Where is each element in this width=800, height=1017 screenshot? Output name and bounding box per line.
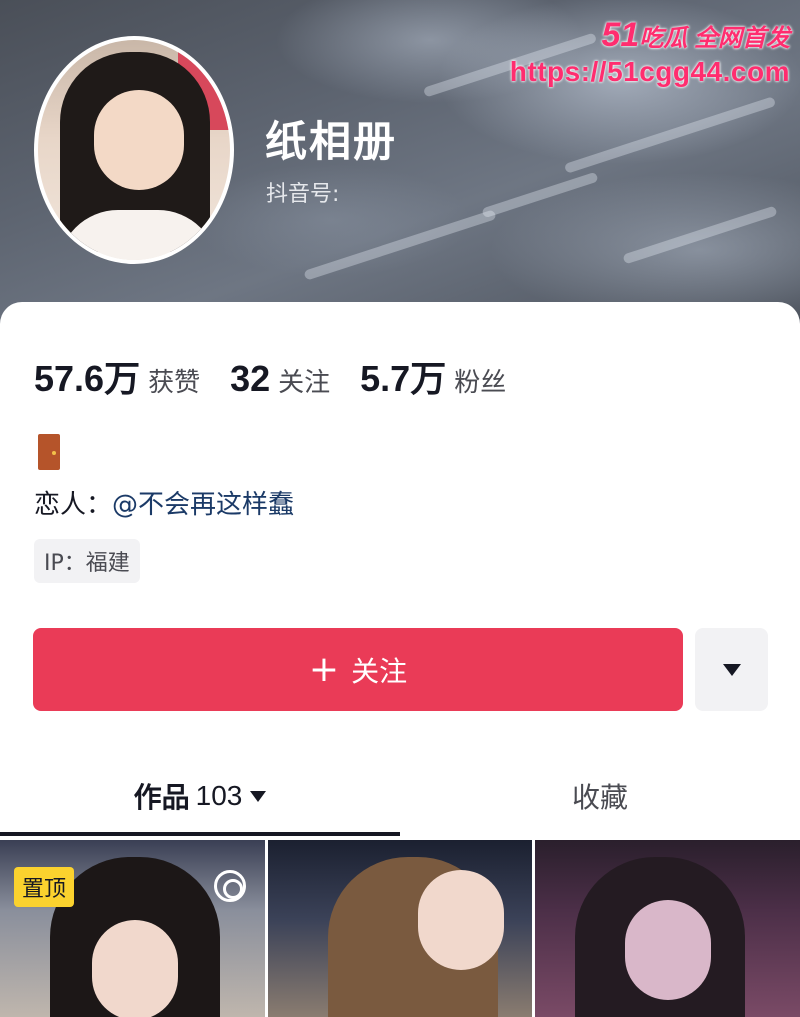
- watermark-brand-text: 吃瓜 全网首发: [639, 25, 790, 52]
- banner-texture: [622, 205, 778, 265]
- tab-favorites-label: 收藏: [571, 781, 628, 814]
- bio-mention-link[interactable]: @不会再这样蠢: [112, 490, 294, 520]
- watermark-brand-number: 51: [601, 16, 640, 54]
- tab-works[interactable]: 作品 103: [0, 760, 400, 832]
- follow-button[interactable]: + 关注: [33, 628, 683, 711]
- video-thumbnail[interactable]: 置顶: [0, 840, 265, 1017]
- thumbnail-face: [92, 920, 178, 1017]
- stat-likes[interactable]: 57.6万 获赞: [34, 350, 200, 402]
- stat-following[interactable]: 32 关注: [230, 358, 330, 400]
- ip-location-tag: IP：福建: [34, 539, 140, 583]
- thumbnail-face: [625, 900, 712, 1000]
- watermark: 51吃瓜 全网首发 https://51cgg44.com: [510, 18, 790, 86]
- door-icon: [38, 434, 60, 470]
- live-icon: [214, 870, 246, 902]
- profile-name: 纸相册: [265, 117, 398, 166]
- stat-following-label: 关注: [278, 368, 331, 398]
- tab-favorites[interactable]: 收藏: [400, 760, 800, 832]
- bio-lover-prefix: 恋人：: [34, 490, 113, 520]
- banner-texture: [563, 96, 777, 174]
- tab-works-count: 103: [195, 780, 243, 811]
- bio-line: 恋人：@不会再这样蠢: [34, 484, 294, 521]
- more-options-button[interactable]: [695, 628, 768, 711]
- banner-texture: [303, 209, 497, 281]
- watermark-brand: 51吃瓜 全网首发: [510, 16, 791, 54]
- video-grid: 置顶: [0, 840, 800, 1017]
- triangle-down-icon: [250, 790, 267, 802]
- stat-followers-value: 5.7万: [360, 358, 447, 399]
- thumbnail-face: [417, 870, 504, 970]
- tab-works-label: 作品: [133, 781, 190, 814]
- follow-button-label: 关注: [351, 654, 408, 688]
- video-thumbnail[interactable]: [267, 840, 533, 1017]
- stat-following-value: 32: [230, 358, 271, 399]
- triangle-down-icon: [722, 663, 741, 676]
- stats-row: 57.6万 获赞 32 关注 5.7万 粉丝: [34, 350, 536, 402]
- douyin-id-label: 抖音号:: [266, 182, 340, 207]
- banner-texture: [481, 171, 599, 219]
- profile-tabs: 作品 103 收藏: [0, 760, 800, 840]
- stat-followers[interactable]: 5.7万 粉丝: [360, 350, 506, 402]
- stat-followers-label: 粉丝: [454, 368, 507, 398]
- watermark-url: https://51cgg44.com: [509, 56, 790, 87]
- active-tab-indicator: [0, 832, 400, 836]
- video-thumbnail[interactable]: [535, 840, 800, 1017]
- plus-icon: +: [308, 648, 340, 690]
- avatar[interactable]: [34, 36, 234, 264]
- stat-likes-label: 获赞: [148, 368, 201, 398]
- pinned-badge: 置顶: [14, 867, 75, 907]
- avatar-face: [94, 90, 184, 190]
- stat-likes-value: 57.6万: [34, 358, 141, 399]
